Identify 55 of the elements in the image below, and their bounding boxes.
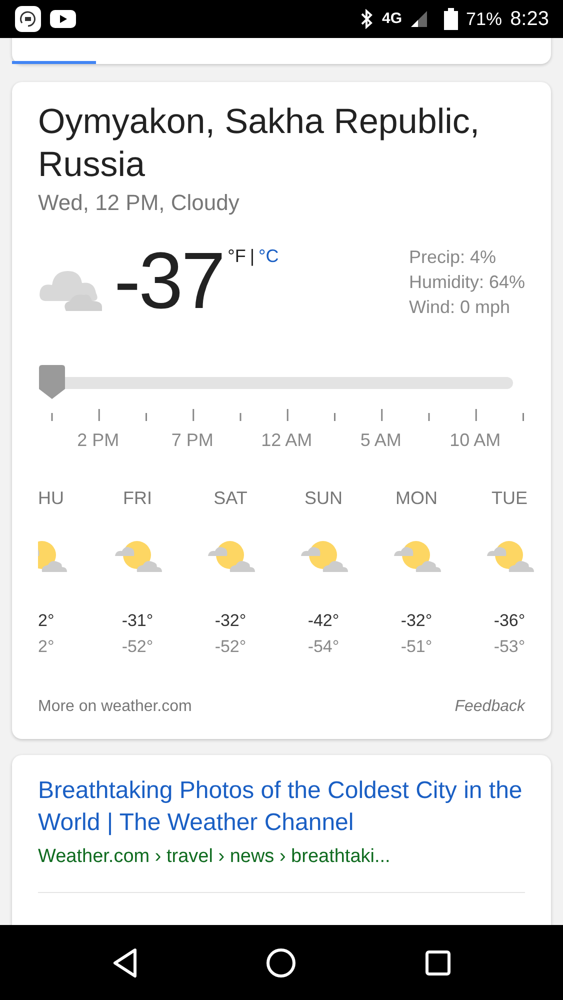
feedback-link[interactable]: Feedback: [454, 695, 525, 719]
home-icon[interactable]: [266, 948, 296, 978]
partly-sunny-icon: [392, 538, 442, 574]
partly-sunny-icon: [298, 538, 348, 574]
day-name: SAT: [212, 487, 248, 510]
low-temp: -52°: [214, 636, 248, 658]
weather-detail: Wind: 0 mph: [408, 296, 511, 319]
temperature: -37: [114, 241, 224, 321]
high-temp: -36°: [492, 610, 526, 632]
bluetooth-icon: [360, 9, 374, 29]
hour-label: 2 PM: [77, 429, 120, 452]
slider-thumb[interactable]: [39, 365, 65, 399]
battery-level: 71%: [466, 8, 502, 30]
high-temp: 2°: [38, 610, 56, 632]
hour-label: 5 AM: [360, 429, 402, 452]
partly-sunny-icon: [484, 538, 534, 574]
day-name: MON: [394, 487, 438, 510]
partly-sunny-icon: [112, 538, 162, 574]
time-slider[interactable]: [39, 365, 513, 399]
result-url: Weather.com › travel › news › breathtaki...: [38, 845, 392, 869]
fahrenheit-unit[interactable]: °F: [228, 243, 246, 321]
hour-label: 10 AM: [450, 429, 501, 452]
mi-app-icon[interactable]: [14, 5, 42, 33]
unit-separator: |: [250, 245, 255, 268]
low-temp: -53°: [492, 636, 526, 658]
weather-subtitle: Wed, 12 PM, Cloudy: [38, 189, 240, 217]
hour-label: 12 AM: [261, 429, 312, 452]
back-icon[interactable]: [112, 948, 138, 978]
high-temp: -32°: [214, 610, 248, 632]
clock: 8:23: [510, 7, 549, 32]
recents-icon[interactable]: [424, 950, 451, 976]
high-temp: -31°: [120, 610, 154, 632]
hour-label: 7 PM: [171, 429, 214, 452]
weather-detail: Humidity: 64%: [408, 271, 525, 294]
day-name: FRI: [122, 487, 153, 510]
result-title-link[interactable]: Breathtaking Photos of the Coldest City in the World | The Weather Channel: [38, 775, 525, 839]
network-type: 4G: [382, 8, 402, 29]
day-name: SUN: [303, 487, 344, 510]
battery-icon: [444, 8, 458, 30]
day-name: HU: [38, 487, 65, 510]
more-weather-link[interactable]: More on weather.com: [38, 695, 192, 719]
low-temp: -54°: [306, 636, 340, 658]
low-temp: -52°: [120, 636, 154, 658]
signal-icon: [410, 10, 428, 28]
location-title: Oymyakon, Sakha Republic, Russia: [38, 101, 481, 186]
celsius-link[interactable]: °C: [258, 243, 279, 321]
high-temp: -32°: [400, 610, 434, 632]
partly-sunny-icon: [38, 538, 68, 574]
video-play-icon[interactable]: [50, 9, 76, 29]
partly-sunny-icon: [206, 538, 256, 574]
weather-detail: Precip: 4%: [408, 246, 497, 269]
low-temp: 2°: [38, 636, 56, 658]
high-temp: -42°: [306, 610, 340, 632]
low-temp: -51°: [400, 636, 434, 658]
day-name: TUE: [490, 487, 528, 510]
